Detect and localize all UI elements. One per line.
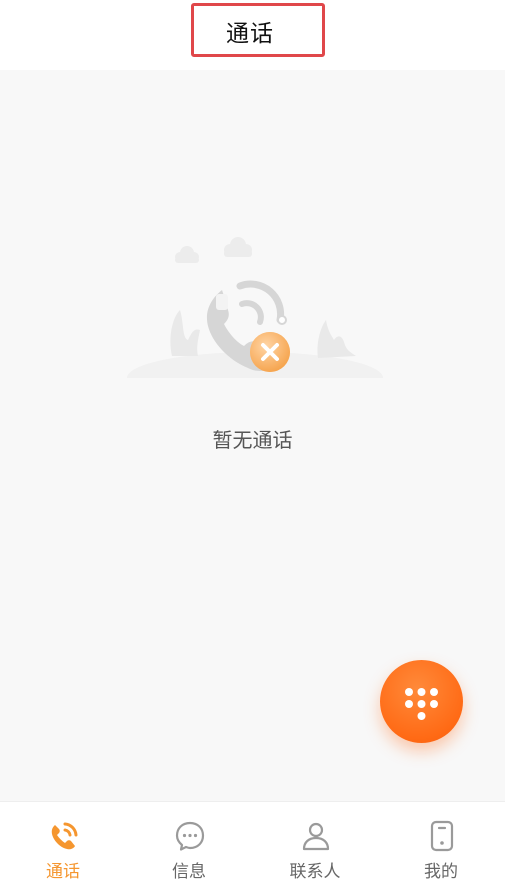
bottom-tab-bar: 通话 信息 联系人 我的 xyxy=(0,801,505,890)
phone-icon xyxy=(51,822,78,850)
page-title: 通话 xyxy=(226,21,274,47)
tab-contacts-label: 联系人 xyxy=(289,862,341,882)
tab-calls-label: 通话 xyxy=(46,862,80,882)
tab-mine[interactable]: 我的 xyxy=(378,802,504,890)
dialpad-icon xyxy=(405,688,438,720)
tab-mine-label: 我的 xyxy=(424,862,458,882)
empty-state-message: 暂无通话 xyxy=(212,428,293,452)
tab-messages-label: 信息 xyxy=(172,862,206,882)
tab-messages[interactable]: 信息 xyxy=(126,802,252,890)
tab-contacts[interactable]: 联系人 xyxy=(252,802,378,890)
contact-icon xyxy=(302,822,330,851)
no-calls-illustration xyxy=(120,228,390,408)
message-icon xyxy=(175,821,205,851)
dialpad-button[interactable] xyxy=(380,660,463,743)
app-screen: 通话 暂无通话 通话 信息 联系人 我的 xyxy=(0,0,505,890)
no-calls-icon xyxy=(120,237,390,408)
mobile-icon xyxy=(430,820,454,852)
tab-calls[interactable]: 通话 xyxy=(0,802,126,890)
header: 通话 xyxy=(0,0,505,70)
